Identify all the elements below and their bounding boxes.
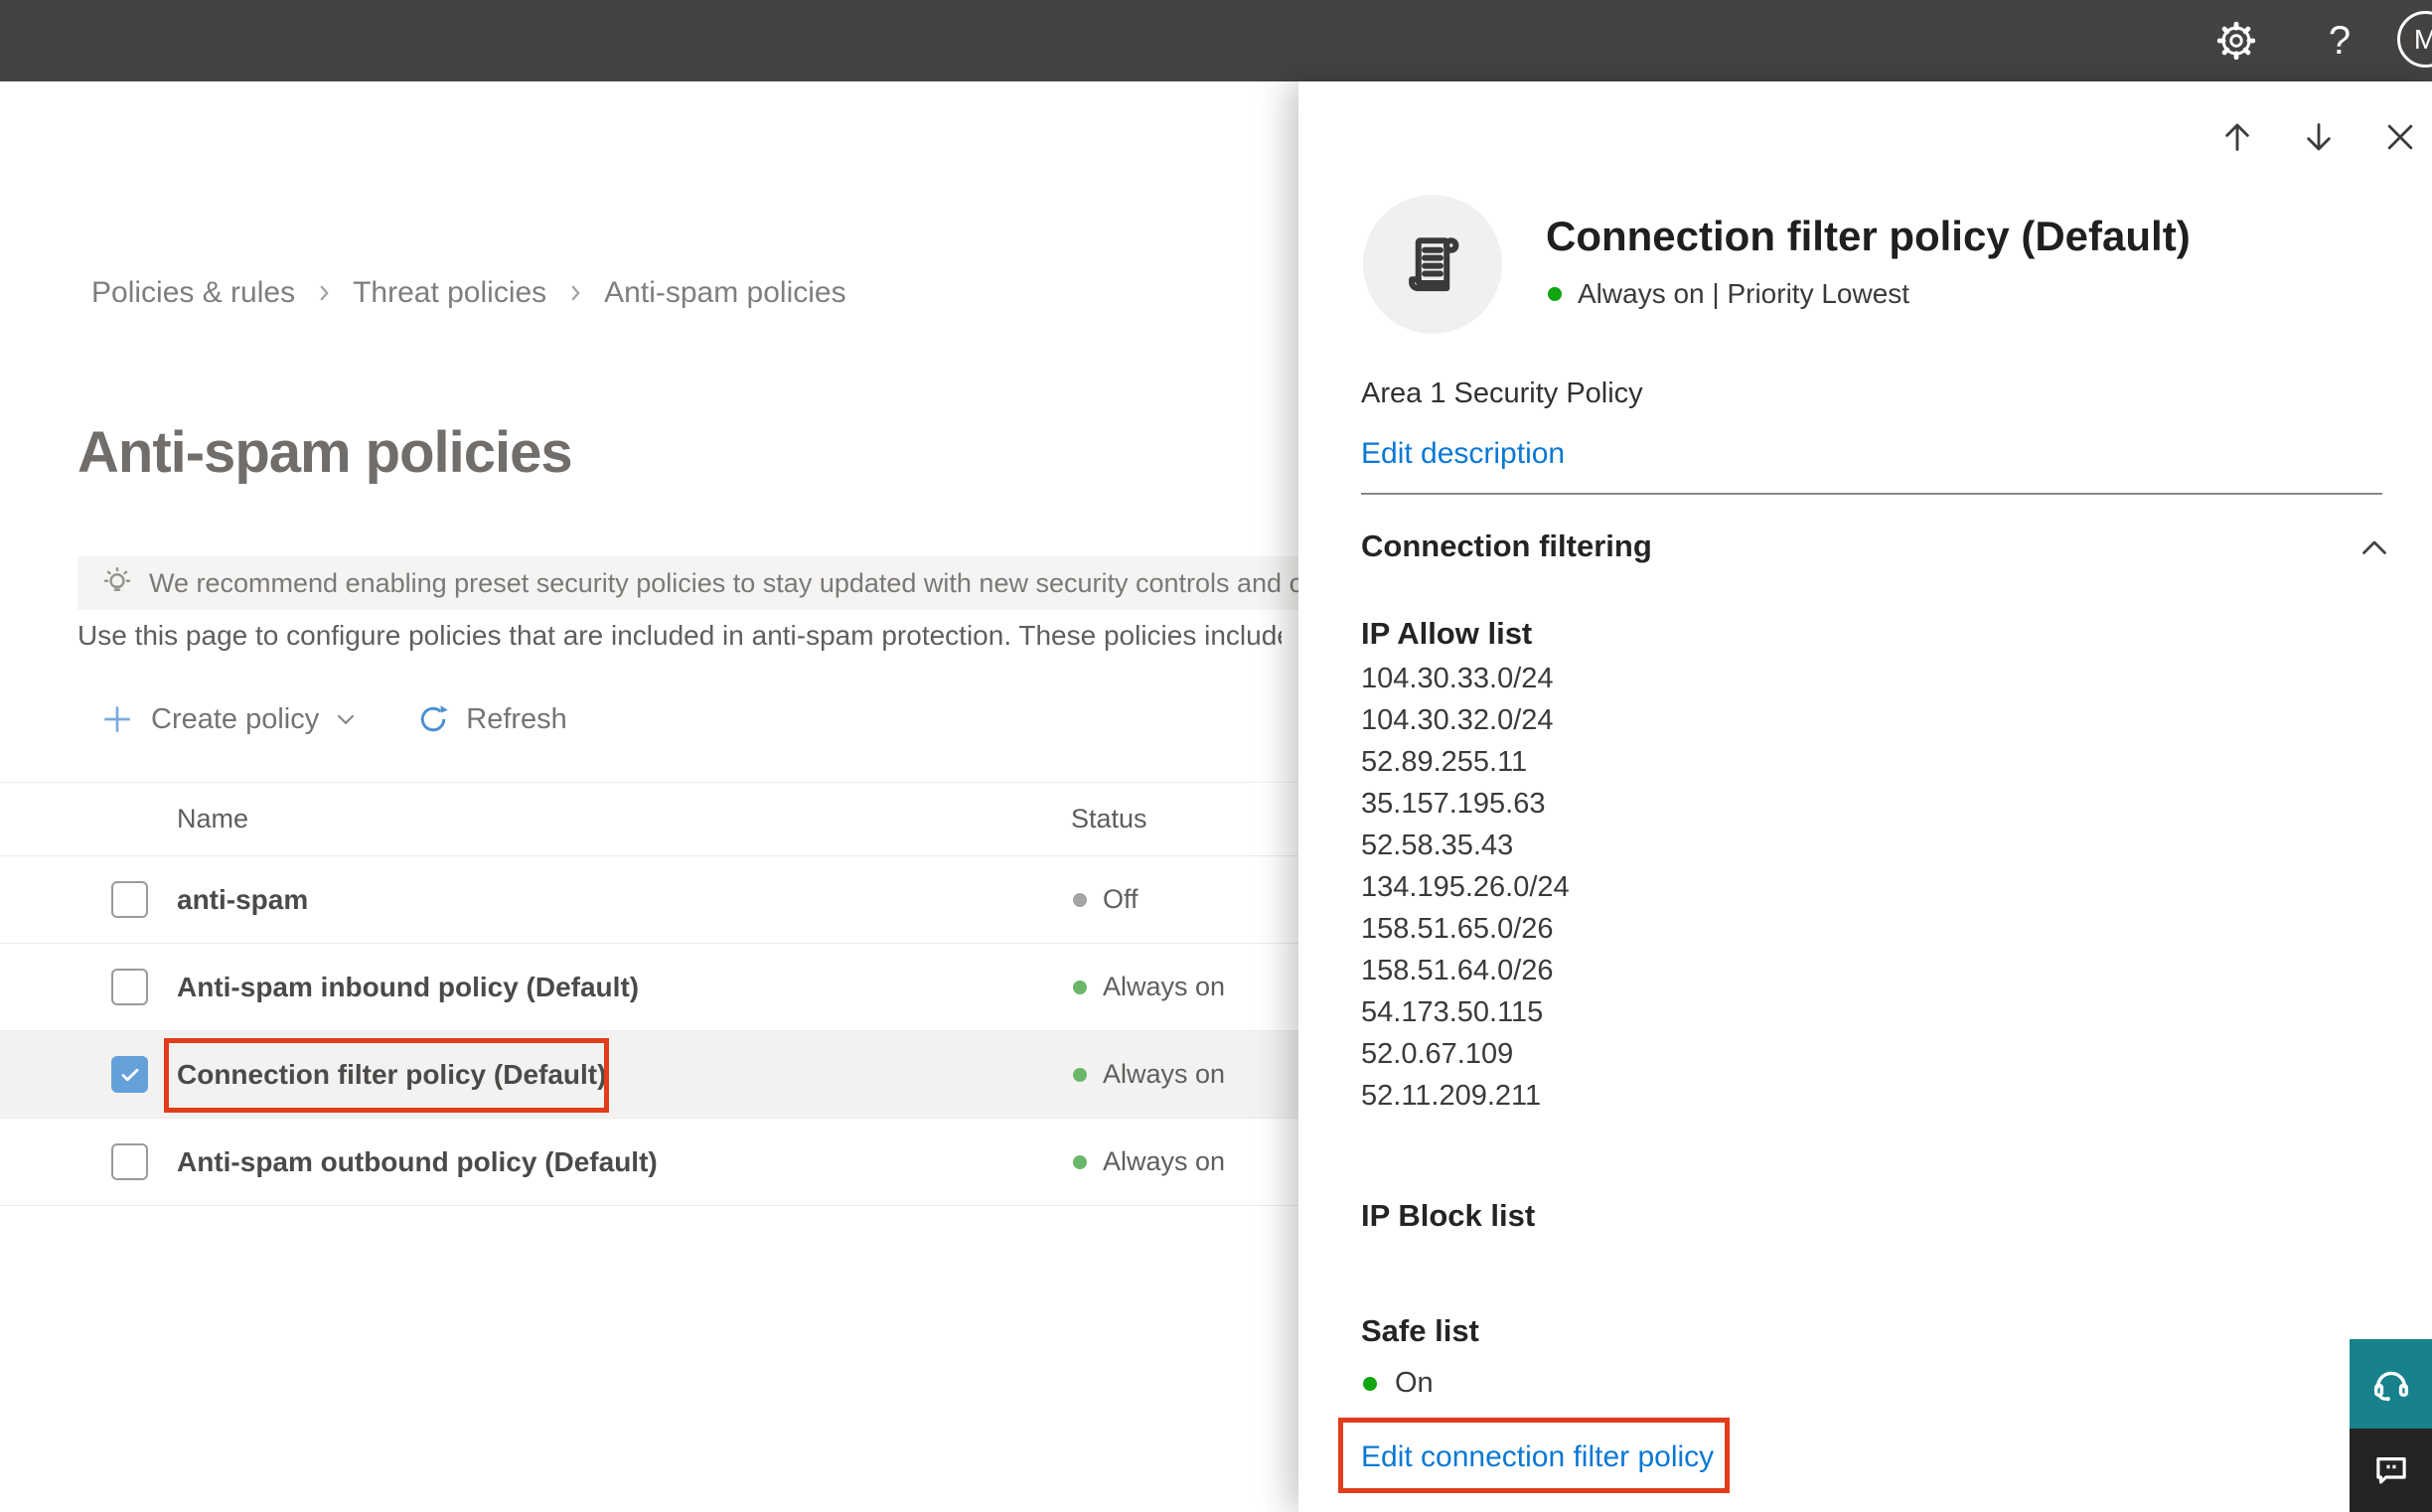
edit-connection-filter-policy-link[interactable]: Edit connection filter policy xyxy=(1361,1440,1714,1474)
safe-list-label: Safe list xyxy=(1361,1313,1479,1348)
ip-allow-list-label: IP Allow list xyxy=(1361,616,1533,651)
recommendation-banner: We recommend enabling preset security po… xyxy=(77,556,1321,610)
edit-description-link[interactable]: Edit description xyxy=(1361,437,1565,471)
status-dot-on xyxy=(1073,1067,1087,1082)
row-checkbox[interactable] xyxy=(111,969,148,1005)
ip-entry: 54.173.50.115 xyxy=(1361,996,1544,1028)
arrow-up-icon[interactable] xyxy=(2217,117,2257,157)
arrow-down-icon[interactable] xyxy=(2299,117,2339,157)
ip-entry: 158.51.64.0/26 xyxy=(1361,955,1554,986)
status-label: Always on xyxy=(1103,972,1226,1001)
breadcrumb-chevron-icon xyxy=(320,285,329,301)
breadcrumb-chevron-icon xyxy=(571,285,580,301)
policy-name[interactable]: Anti-spam inbound policy (Default) xyxy=(177,944,639,1030)
headset-icon xyxy=(2373,1371,2408,1402)
ip-block-list-label: IP Block list xyxy=(1361,1198,1536,1233)
ip-entry: 158.51.65.0/26 xyxy=(1361,913,1554,945)
scroll-policy-icon xyxy=(1409,237,1459,292)
top-app-bar: ? M xyxy=(0,0,2432,81)
ip-entry: 134.195.26.0/24 xyxy=(1361,871,1570,903)
status-label: Always on xyxy=(1103,1146,1226,1176)
status-badge: Off xyxy=(1073,856,1139,943)
chevron-up-icon[interactable] xyxy=(2356,530,2392,566)
details-flyout-panel: Connection filter policy (Default) Alway… xyxy=(1298,81,2432,1512)
ip-entry: 52.11.209.211 xyxy=(1361,1080,1542,1112)
table-row[interactable]: anti-spam Off xyxy=(0,856,1321,944)
ip-allow-list: 104.30.33.0/24 104.30.32.0/24 52.89.255.… xyxy=(1361,658,1570,1117)
breadcrumb-anti-spam-policies[interactable]: Anti-spam policies xyxy=(604,276,845,310)
status-label: Always on xyxy=(1103,1059,1226,1089)
policy-name[interactable]: Anti-spam outbound policy (Default) xyxy=(177,1119,658,1205)
panel-title: Connection filter policy (Default) xyxy=(1546,213,2191,259)
policy-table: Name Status anti-spam Off Anti-spam inbo… xyxy=(0,782,1321,1206)
safe-list-status: On xyxy=(1363,1367,1434,1400)
row-checkbox[interactable] xyxy=(111,1143,148,1180)
status-dot-on xyxy=(1073,980,1087,994)
column-header-name[interactable]: Name xyxy=(177,783,248,855)
ip-entry: 104.30.32.0/24 xyxy=(1361,704,1554,736)
ip-entry: 104.30.33.0/24 xyxy=(1361,663,1554,694)
table-row-selected[interactable]: Connection filter policy (Default) Alway… xyxy=(0,1031,1321,1119)
panel-status-text: Always on | Priority Lowest xyxy=(1578,278,1910,309)
status-badge: Always on xyxy=(1073,1119,1225,1205)
settings-icon[interactable] xyxy=(2213,18,2259,64)
policy-type-avatar xyxy=(1363,195,1502,334)
panel-status-line: Always on | Priority Lowest xyxy=(1548,278,1909,310)
table-header: Name Status xyxy=(0,782,1321,856)
plus-icon[interactable] xyxy=(99,701,135,737)
close-icon[interactable] xyxy=(2380,117,2420,157)
status-label: Off xyxy=(1103,884,1139,914)
policy-name[interactable]: Connection filter policy (Default) xyxy=(177,1031,606,1118)
lightbulb-icon xyxy=(103,566,131,591)
table-row[interactable]: Anti-spam outbound policy (Default) Alwa… xyxy=(0,1119,1321,1206)
status-dot-on xyxy=(1073,1154,1087,1169)
create-policy-button[interactable]: Create policy xyxy=(151,703,319,736)
safe-list-status-text: On xyxy=(1395,1367,1434,1399)
policy-name[interactable]: anti-spam xyxy=(177,856,308,943)
chevron-down-icon[interactable] xyxy=(333,706,359,732)
page-description: Use this page to configure policies that… xyxy=(77,620,1282,651)
panel-nav xyxy=(2217,117,2420,157)
toolbar: Create policy Refresh xyxy=(99,695,567,743)
breadcrumb: Policies & rules Threat policies Anti-sp… xyxy=(91,276,846,310)
section-header-connection-filtering: Connection filtering xyxy=(1361,529,1652,563)
support-button[interactable] xyxy=(2350,1339,2432,1429)
breadcrumb-threat-policies[interactable]: Threat policies xyxy=(353,276,546,310)
policy-description: Area 1 Security Policy xyxy=(1361,378,1643,409)
ip-entry: 52.89.255.11 xyxy=(1361,746,1528,778)
status-badge: Always on xyxy=(1073,944,1225,1030)
column-header-status[interactable]: Status xyxy=(1071,783,1147,855)
account-avatar[interactable]: M xyxy=(2397,11,2432,68)
row-checkbox[interactable] xyxy=(111,881,148,918)
ip-entry: 52.0.67.109 xyxy=(1361,1038,1514,1070)
page-title: Anti-spam policies xyxy=(77,420,573,485)
ip-entry: 35.157.195.63 xyxy=(1361,788,1546,820)
status-dot-off xyxy=(1073,892,1087,907)
refresh-button[interactable]: Refresh xyxy=(466,703,567,736)
row-checkbox-checked[interactable] xyxy=(111,1056,148,1093)
status-badge: Always on xyxy=(1073,1031,1225,1118)
ip-entry: 52.58.35.43 xyxy=(1361,830,1514,861)
table-row[interactable]: Anti-spam inbound policy (Default) Alway… xyxy=(0,944,1321,1031)
gear-icon xyxy=(2216,21,2256,61)
breadcrumb-policies-rules[interactable]: Policies & rules xyxy=(91,276,295,310)
status-dot-on xyxy=(1548,287,1562,301)
help-icon[interactable]: ? xyxy=(2317,14,2362,68)
refresh-icon[interactable] xyxy=(416,702,450,736)
checkmark-icon xyxy=(121,1068,138,1081)
app-window: ? M Policies & rules Threat policies Ant… xyxy=(0,0,2432,1512)
divider xyxy=(1361,493,2382,495)
feedback-chat-icon xyxy=(2375,1457,2406,1484)
banner-text: We recommend enabling preset security po… xyxy=(149,567,1321,598)
feedback-button[interactable] xyxy=(2350,1429,2432,1512)
status-dot-on xyxy=(1363,1376,1377,1391)
